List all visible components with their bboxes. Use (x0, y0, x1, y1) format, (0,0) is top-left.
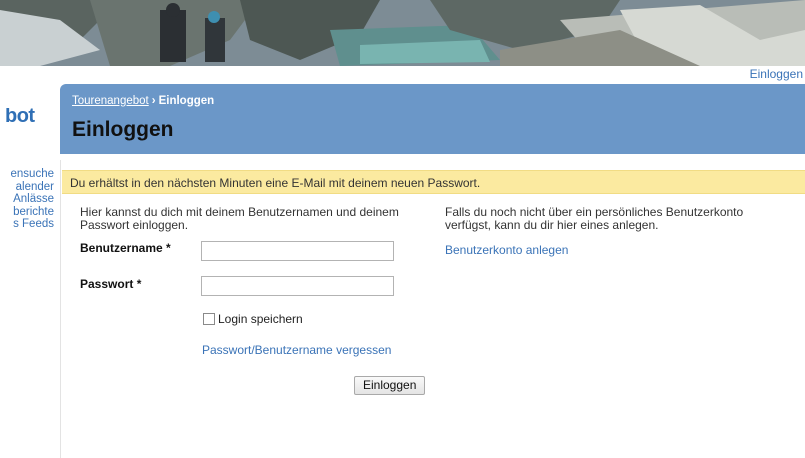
remember-login-label: Login speichern (218, 312, 303, 326)
remember-login-row[interactable]: Login speichern (203, 312, 303, 326)
sidebar-item-tourensuche[interactable]: ensuche (0, 168, 54, 181)
login-intro-text: Hier kannst du dich mit deinem Benutzern… (80, 205, 399, 232)
top-login-link[interactable]: Einloggen (750, 67, 803, 81)
login-submit-button[interactable]: Einloggen (354, 376, 426, 395)
forgot-password-link[interactable]: Passwort/Benutzername vergessen (202, 343, 391, 357)
sidebar-nav: ensuche alender Anlässe berichte s Feeds (0, 168, 56, 231)
page-title: Einloggen (72, 118, 174, 141)
sidebar-divider (60, 160, 61, 458)
header-banner-image (0, 0, 805, 66)
sidebar-item-feeds[interactable]: s Feeds (0, 218, 54, 231)
breadcrumb-current: Einloggen (158, 95, 215, 107)
site-logo[interactable]: bot (0, 108, 56, 130)
breadcrumb-separator: › (151, 95, 156, 107)
create-account-link[interactable]: Benutzerkonto anlegen (445, 243, 568, 257)
sidebar-item-anlaesse[interactable]: Anlässe (0, 193, 54, 206)
sidebar-item-kalender[interactable]: alender (0, 181, 54, 194)
breadcrumb: Tourenangebot › Einloggen (72, 95, 214, 107)
page-header: Tourenangebot › Einloggen Einloggen (60, 84, 805, 154)
notice-message: Du erhältst in den nächsten Minuten eine… (62, 170, 805, 194)
username-input[interactable] (201, 241, 394, 261)
register-info-text: Falls du noch nicht über ein persönliche… (445, 205, 744, 232)
remember-login-checkbox[interactable] (203, 313, 215, 325)
breadcrumb-tourenangebot[interactable]: Tourenangebot (72, 95, 149, 107)
password-label: Passwort * (80, 277, 142, 291)
logo-text: bot (5, 108, 35, 127)
password-input[interactable] (201, 276, 394, 296)
username-label: Benutzername * (80, 241, 171, 255)
sidebar-item-berichte[interactable]: berichte (0, 206, 54, 219)
